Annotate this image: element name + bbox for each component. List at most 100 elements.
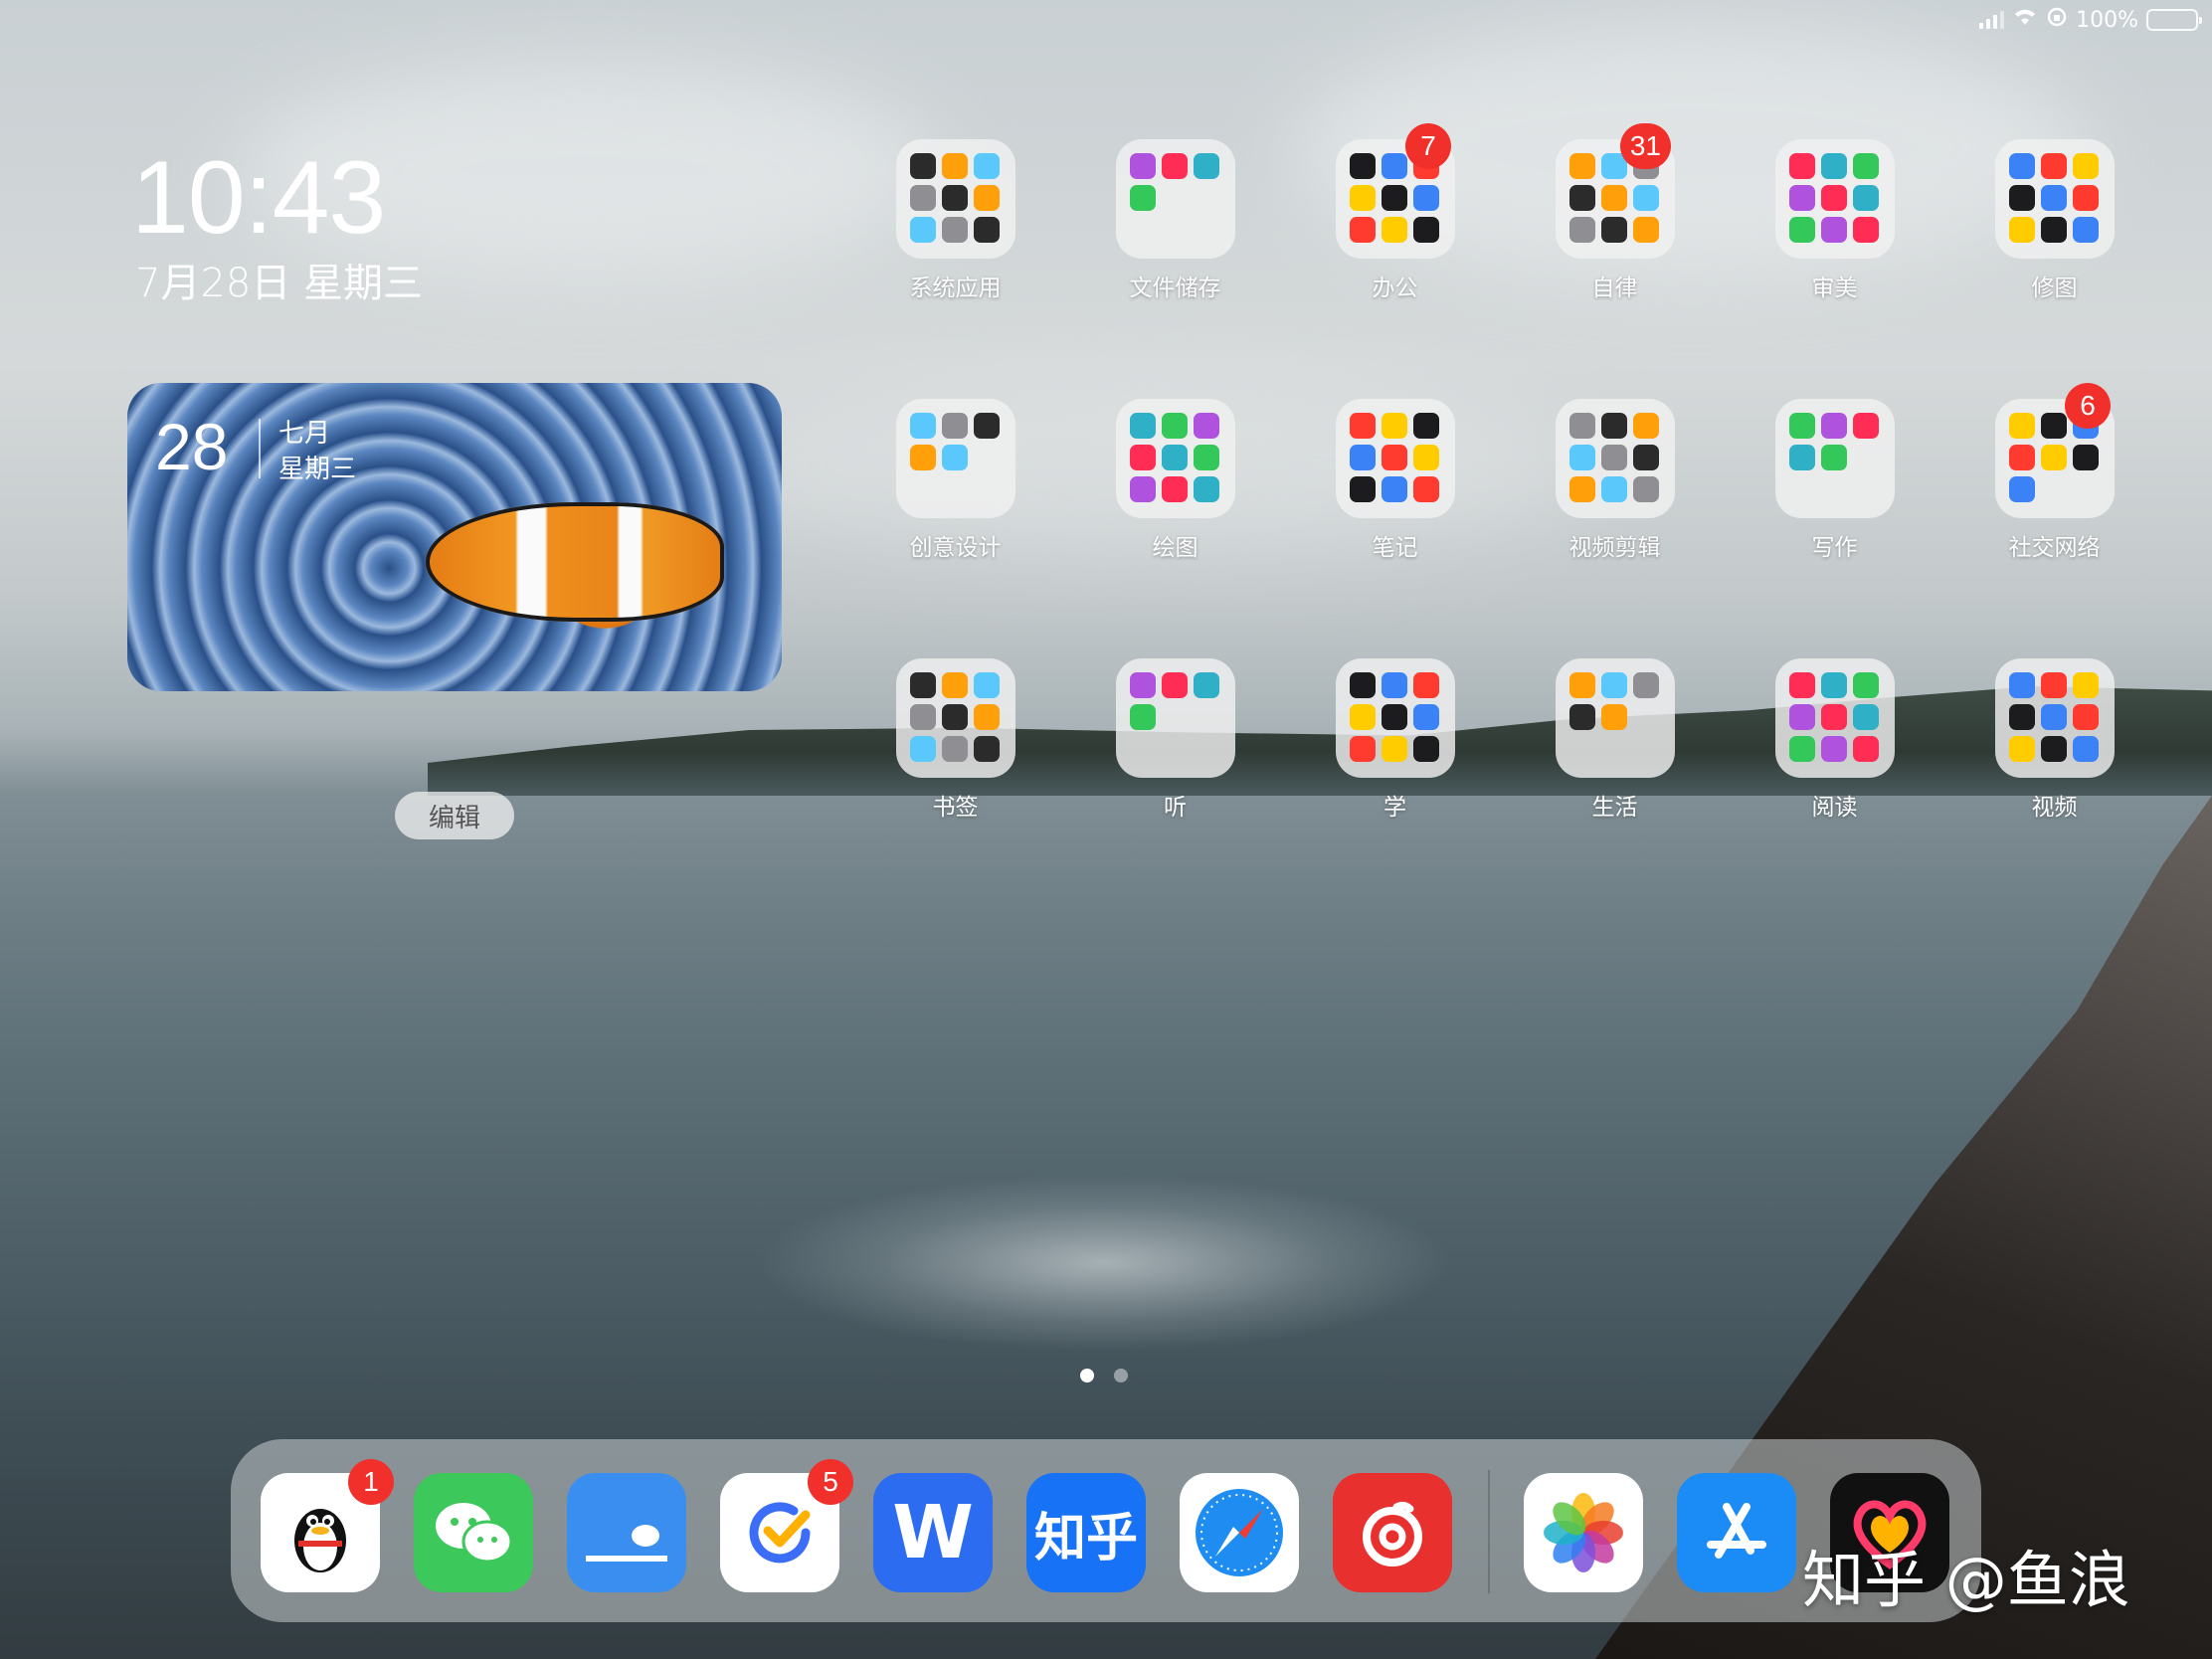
notification-badge: 7 <box>1405 123 1451 169</box>
mini-app-icon <box>1600 413 1627 439</box>
mini-app-icon <box>941 217 968 243</box>
mini-app-icon <box>2040 672 2067 698</box>
app-folder[interactable]: 文件储存 <box>1065 139 1285 399</box>
folder-label: 阅读 <box>1811 795 1858 821</box>
app-folder[interactable]: 听 <box>1065 658 1285 918</box>
mini-app-icon <box>1412 672 1439 698</box>
mini-app-icon <box>1600 217 1627 243</box>
edit-widgets-button[interactable]: 编辑 <box>395 792 514 839</box>
mini-app-icon <box>1820 413 1847 439</box>
mini-app-icon <box>1412 185 1439 211</box>
mini-app-icon <box>909 413 936 439</box>
folder-icon[interactable] <box>1335 399 1455 518</box>
mini-app-icon <box>1820 153 1847 179</box>
app-folder[interactable]: 自律 31 <box>1505 123 1725 399</box>
folder-icon[interactable] <box>1335 658 1455 778</box>
safari-icon[interactable] <box>1180 1473 1299 1592</box>
mini-app-icon <box>1600 704 1627 730</box>
folder-label: 自律 <box>1591 276 1638 301</box>
folder-label: 笔记 <box>1372 535 1418 561</box>
mini-app-icon <box>941 736 968 762</box>
mini-app-icon <box>1129 185 1156 211</box>
mini-app-icon <box>1632 445 1659 470</box>
qq-icon[interactable]: 1 <box>261 1459 394 1592</box>
mini-app-icon <box>2040 217 2067 243</box>
app-folder[interactable]: 书签 <box>845 658 1065 918</box>
folder-icon[interactable] <box>1774 139 1895 259</box>
photos-icon[interactable] <box>1524 1473 1643 1592</box>
mini-app-icon <box>2040 413 2067 439</box>
mini-app-icon <box>1852 672 1879 698</box>
mini-app-icon <box>1193 413 1219 439</box>
folder-label: 学 <box>1383 795 1406 821</box>
folder-icon[interactable] <box>895 399 1015 518</box>
app-folder[interactable]: 笔记 <box>1285 399 1505 658</box>
page-dot[interactable] <box>1080 1369 1094 1382</box>
folder-icon[interactable] <box>1774 658 1895 778</box>
notification-badge: 5 <box>808 1459 853 1505</box>
netease-music-icon[interactable] <box>1333 1473 1452 1592</box>
app-folder[interactable]: 修图 <box>1944 139 2164 399</box>
zhihu-icon[interactable]: 知乎 <box>1026 1473 1146 1592</box>
app-folder[interactable]: 视频剪辑 <box>1505 399 1725 658</box>
chat-book-icon[interactable] <box>567 1473 686 1592</box>
ticktick-icon[interactable]: 5 <box>720 1459 853 1592</box>
mini-app-icon <box>1193 153 1219 179</box>
orientation-lock-icon <box>2046 6 2068 34</box>
folder-icon[interactable] <box>1555 658 1675 778</box>
page-indicator[interactable] <box>1080 1369 1128 1382</box>
mini-app-icon <box>2040 185 2067 211</box>
mini-app-icon <box>1632 185 1659 211</box>
folder-icon[interactable] <box>1994 658 2115 778</box>
folder-label: 书签 <box>932 795 979 821</box>
app-folder[interactable]: 创意设计 <box>845 399 1065 658</box>
app-folder[interactable]: 审美 <box>1725 139 1944 399</box>
mini-app-icon <box>2008 476 2035 502</box>
mini-app-icon <box>1820 736 1847 762</box>
mini-app-icon <box>1788 704 1815 730</box>
widget-weekday: 星期三 <box>278 455 357 484</box>
mini-app-icon <box>909 672 936 698</box>
app-store-icon[interactable] <box>1677 1473 1796 1592</box>
folder-icon[interactable] <box>1115 658 1235 778</box>
app-folder[interactable]: 视频 <box>1944 658 2164 918</box>
mini-app-icon <box>1568 185 1595 211</box>
mini-app-icon <box>1568 153 1595 179</box>
app-folder[interactable]: 阅读 <box>1725 658 1944 918</box>
folder-icon[interactable] <box>1555 399 1675 518</box>
app-folder[interactable]: 社交网络 6 <box>1944 383 2164 658</box>
cellular-signal-icon <box>1979 11 2005 29</box>
mini-app-icon <box>1381 413 1407 439</box>
folder-grid: 系统应用 文件储存 办公 7 自律 31 审美 修图创意设计 绘图 笔记 视频剪辑 写作 社交网络 6 书签… <box>845 123 2164 918</box>
app-folder[interactable]: 绘图 <box>1065 399 1285 658</box>
folder-icon[interactable] <box>1774 399 1895 518</box>
folder-label: 文件储存 <box>1129 276 1221 301</box>
word-w-icon[interactable]: W <box>873 1473 993 1592</box>
app-folder[interactable]: 系统应用 <box>845 139 1065 399</box>
mini-app-icon <box>973 736 1000 762</box>
page-dot[interactable] <box>1114 1369 1128 1382</box>
folder-icon[interactable] <box>1115 399 1235 518</box>
folder-label: 创意设计 <box>909 535 1002 561</box>
wechat-icon[interactable] <box>414 1473 533 1592</box>
app-folder[interactable]: 写作 <box>1725 399 1944 658</box>
mini-app-icon <box>1349 704 1376 730</box>
notification-badge: 1 <box>348 1459 394 1505</box>
mini-app-icon <box>1568 445 1595 470</box>
mini-app-icon <box>2008 217 2035 243</box>
folder-icon[interactable] <box>895 139 1015 259</box>
mini-app-icon <box>1161 476 1188 502</box>
folder-icon[interactable] <box>895 658 1015 778</box>
calendar-photo-widget[interactable]: 28 七月 星期三 <box>127 383 782 691</box>
app-folder[interactable]: 生活 <box>1505 658 1725 918</box>
mini-app-icon <box>1381 185 1407 211</box>
folder-icon[interactable] <box>1994 139 2115 259</box>
folder-icon[interactable] <box>1115 139 1235 259</box>
zhihu-glyph: 知乎 <box>1033 1508 1138 1568</box>
app-folder[interactable]: 办公 7 <box>1285 123 1505 399</box>
mini-app-icon <box>1820 445 1847 470</box>
mini-app-icon <box>2072 704 2099 730</box>
app-folder[interactable]: 学 <box>1285 658 1505 918</box>
mini-app-icon <box>2072 736 2099 762</box>
mini-app-icon <box>1349 153 1376 179</box>
